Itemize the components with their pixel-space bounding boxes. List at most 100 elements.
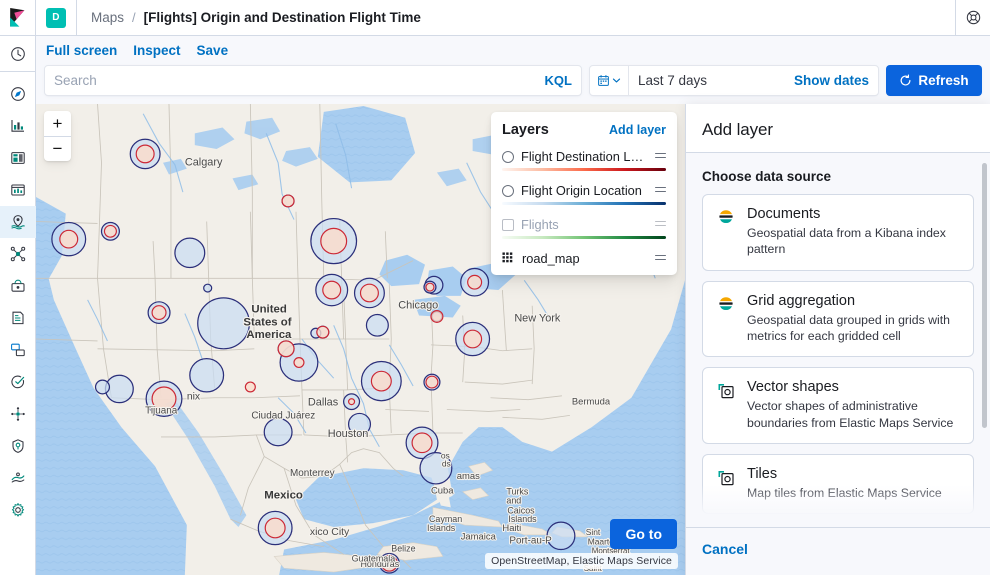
inspect-button[interactable]: Inspect <box>133 43 180 58</box>
svg-text:Ciudad Juárez: Ciudad Juárez <box>251 410 315 421</box>
svg-text:Houston: Houston <box>328 428 369 440</box>
breadcrumb: Maps / [Flights] Origin and Destination … <box>77 0 955 35</box>
sidebar-item-apm[interactable] <box>0 398 36 430</box>
layer-item-flights[interactable]: Flights <box>502 217 666 232</box>
sidebar-item-siem[interactable] <box>0 430 36 462</box>
svg-text:Tijuana: Tijuana <box>145 405 178 416</box>
svg-text:ds: ds <box>442 458 451 468</box>
breadcrumb-maps[interactable]: Maps <box>91 10 124 25</box>
canvas-icon <box>10 152 25 164</box>
map-zoom-controls: + − <box>44 111 71 161</box>
add-layer-flyout: Add layer Choose data source Documents G… <box>685 104 990 575</box>
sidebar-item-discover[interactable] <box>0 78 36 110</box>
goto-button[interactable]: Go to <box>610 519 677 549</box>
sidebar-item-recently-viewed[interactable] <box>0 36 36 72</box>
space-badge: D <box>46 7 66 28</box>
map-toolbar: Full screen Inspect Save <box>36 36 990 62</box>
elastic-index-icon <box>716 206 736 258</box>
kibana-logo-icon <box>9 8 24 27</box>
management-gear-icon <box>11 503 24 517</box>
space-badge-button[interactable]: D <box>36 0 77 35</box>
layer-drag-handle-icon[interactable] <box>655 254 666 263</box>
date-range-value[interactable]: Last 7 days <box>629 66 794 95</box>
flyout-footer: Cancel <box>686 527 990 575</box>
data-source-card-vector-shapes[interactable]: Vector shapes Vector shapes of administr… <box>702 367 974 445</box>
data-source-description: Vector shapes of administrative boundari… <box>747 399 954 430</box>
data-source-card-tiles[interactable]: Tiles Map tiles from Elastic Maps Servic… <box>702 454 974 515</box>
data-source-title: Vector shapes <box>747 379 839 396</box>
sidebar-item-uptime[interactable] <box>0 366 36 398</box>
layer-visibility-toggle-icon[interactable] <box>502 184 514 197</box>
sidebar-item-dashboard[interactable] <box>0 110 36 142</box>
data-source-card-documents[interactable]: Documents Geospatial data from a Kibana … <box>702 194 974 271</box>
layer-visibility-toggle-icon[interactable] <box>502 218 514 231</box>
layer-item-flight-origin[interactable]: Flight Origin Location <box>502 183 666 198</box>
show-dates-button[interactable]: Show dates <box>794 66 878 95</box>
data-source-card-grid-aggregation[interactable]: Grid aggregation Geospatial data grouped… <box>702 280 974 358</box>
refresh-button[interactable]: Refresh <box>886 65 982 96</box>
app-content: Full screen Inspect Save KQL <box>36 36 990 575</box>
sidebar-item-maps[interactable] <box>0 206 36 238</box>
data-source-card-custom-vector-shapes[interactable]: Custom vector shapes Vector shapes from … <box>702 524 974 527</box>
layer-drag-handle-icon[interactable] <box>655 220 666 229</box>
map-canvas[interactable]: Calgary United States of America Chicago New … <box>36 104 685 575</box>
flyout-scrollbar[interactable] <box>982 163 987 428</box>
svg-text:New York: New York <box>514 312 561 324</box>
machine-learning-icon <box>10 279 25 292</box>
sidebar-item-canvas[interactable] <box>0 142 36 174</box>
full-screen-button[interactable]: Full screen <box>46 43 117 58</box>
sidebar-item-metrics[interactable] <box>0 334 36 366</box>
date-quick-select-button[interactable] <box>590 66 629 95</box>
data-source-description: Map tiles from Elastic Maps Service <box>747 486 942 501</box>
svg-text:Haiti: Haiti <box>502 523 521 533</box>
layer-name: Flight Origin Location <box>521 183 642 198</box>
cancel-button[interactable]: Cancel <box>702 541 748 557</box>
query-language-button[interactable]: KQL <box>537 73 572 88</box>
layer-visibility-toggle-icon[interactable] <box>502 150 514 163</box>
data-source-description: Geospatial data grouped in grids with me… <box>747 312 951 344</box>
svg-text:Bermuda: Bermuda <box>572 397 611 407</box>
sidebar-item-dev-tools[interactable] <box>0 462 36 494</box>
layer-item-flight-destination[interactable]: Flight Destination Loc... <box>502 149 666 164</box>
data-source-description: Geospatial data from a Kibana index patt… <box>747 226 946 257</box>
svg-text:States of: States of <box>243 316 291 328</box>
svg-text:and: and <box>506 496 521 506</box>
search-box[interactable]: KQL <box>44 65 582 96</box>
layer-drag-handle-icon[interactable] <box>655 186 666 195</box>
sidebar-item-management[interactable] <box>0 494 36 526</box>
save-button[interactable]: Save <box>197 43 229 58</box>
uptime-check-icon <box>10 375 24 389</box>
svg-text:Belize: Belize <box>391 544 415 554</box>
recently-viewed-clock-icon <box>10 46 25 61</box>
sidebar-item-machine-learning[interactable] <box>0 270 36 302</box>
svg-text:America: America <box>246 329 292 341</box>
refresh-label: Refresh <box>918 73 969 88</box>
sidebar-item-graph[interactable] <box>0 238 36 270</box>
svg-text:amas: amas <box>457 471 480 481</box>
svg-text:Cuba: Cuba <box>431 486 454 496</box>
zoom-in-button[interactable]: + <box>44 111 71 136</box>
layers-panel-title: Layers <box>502 122 549 138</box>
query-bar: KQL <box>36 62 990 104</box>
help-button[interactable] <box>955 0 990 35</box>
layer-item-road-map[interactable]: road_map <box>502 251 666 266</box>
apm-icon <box>10 407 25 421</box>
calendar-icon <box>598 74 609 86</box>
chevron-down-icon <box>612 78 621 83</box>
grid-icon <box>502 252 513 263</box>
search-input[interactable] <box>54 73 537 88</box>
kibana-logo-button[interactable] <box>0 0 36 35</box>
svg-text:Jamaica: Jamaica <box>461 532 497 542</box>
svg-text:nix: nix <box>187 392 201 403</box>
layer-name: Flights <box>521 217 559 232</box>
visualize-icon <box>10 184 25 196</box>
global-header: D Maps / [Flights] Origin and Destinatio… <box>0 0 990 36</box>
layer-color-ramp-blue <box>502 202 666 205</box>
sidebar-item-logs[interactable] <box>0 302 36 334</box>
layer-drag-handle-icon[interactable] <box>655 152 666 161</box>
zoom-out-button[interactable]: − <box>44 136 71 161</box>
map-attribution: OpenStreetMap, Elastic Maps Service <box>485 553 678 569</box>
layer-color-ramp-red <box>502 168 666 171</box>
sidebar-item-visualize[interactable] <box>0 174 36 206</box>
add-layer-link[interactable]: Add layer <box>609 123 666 137</box>
